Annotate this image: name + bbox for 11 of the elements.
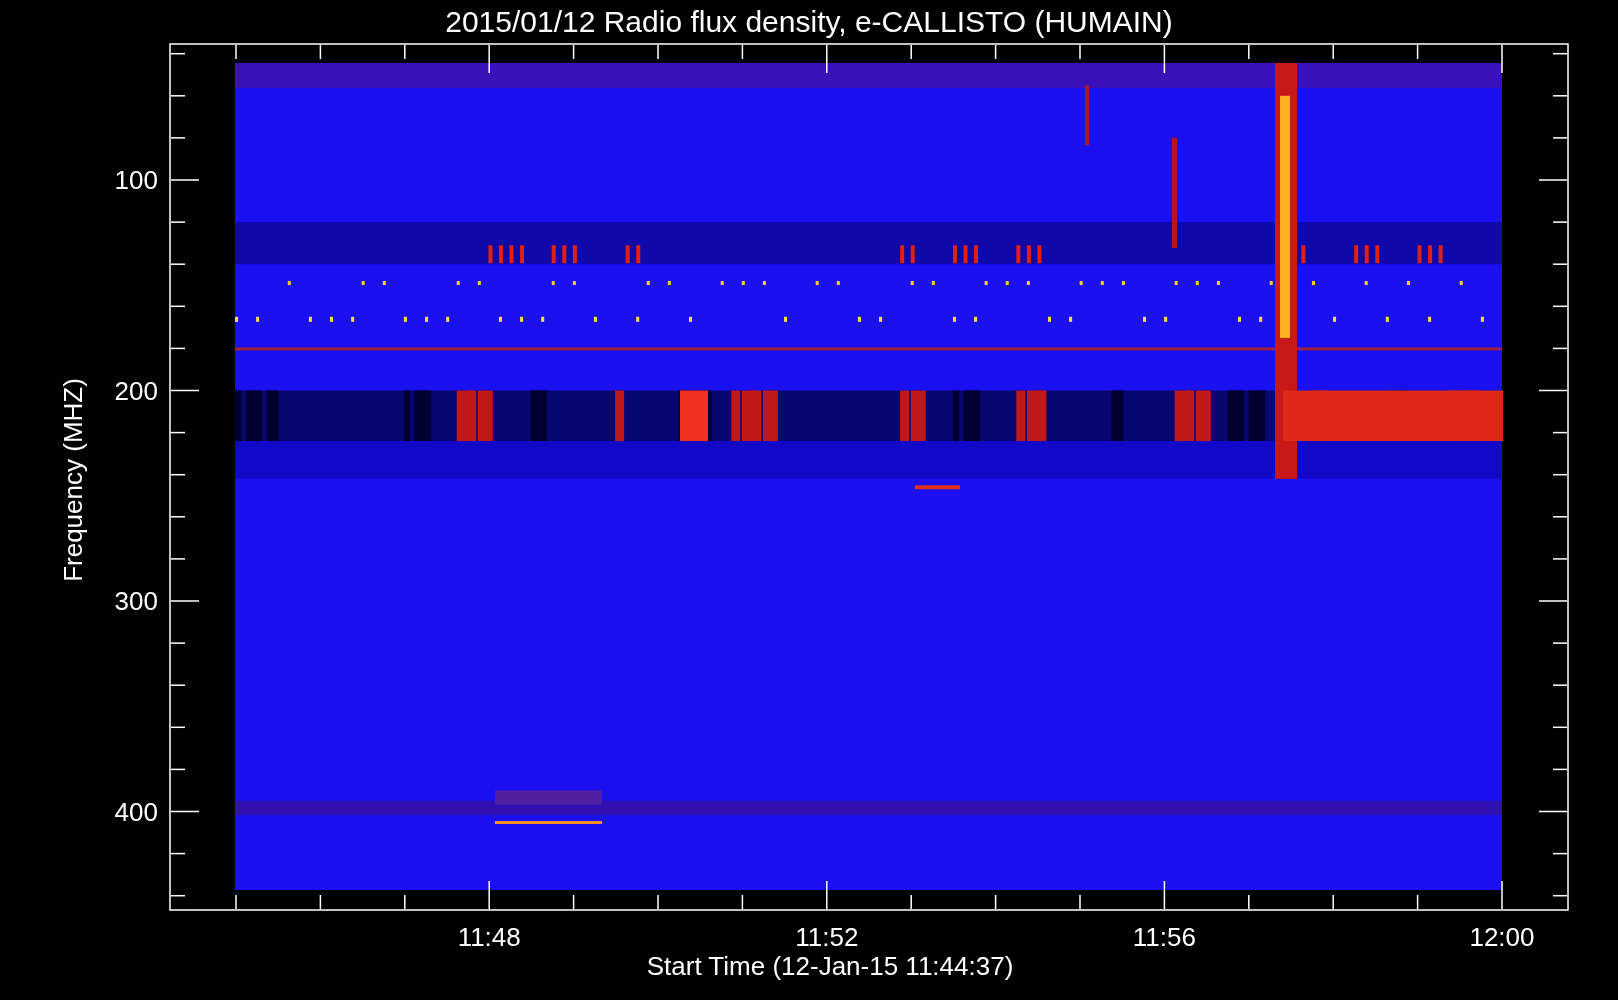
x-tick-label: 11:56: [1132, 922, 1196, 952]
x-tick-label: 11:48: [457, 922, 521, 952]
y-tick-label: 400: [114, 796, 158, 827]
x-axis-label: Start Time (12-Jan-15 11:44:37): [646, 951, 1014, 981]
x-tick-label: 11:52: [795, 922, 859, 952]
chart-title: 2015/01/12 Radio flux density, e-CALLISTO (HUMAIN): [445, 5, 1173, 38]
y-tick-label: 100: [114, 165, 158, 195]
y-tick-label: 300: [114, 586, 158, 616]
x-tick-label: 12:00: [1469, 922, 1535, 952]
y-axis-label: Frequency (MHZ): [58, 378, 88, 582]
y-tick-label: 200: [114, 375, 158, 406]
